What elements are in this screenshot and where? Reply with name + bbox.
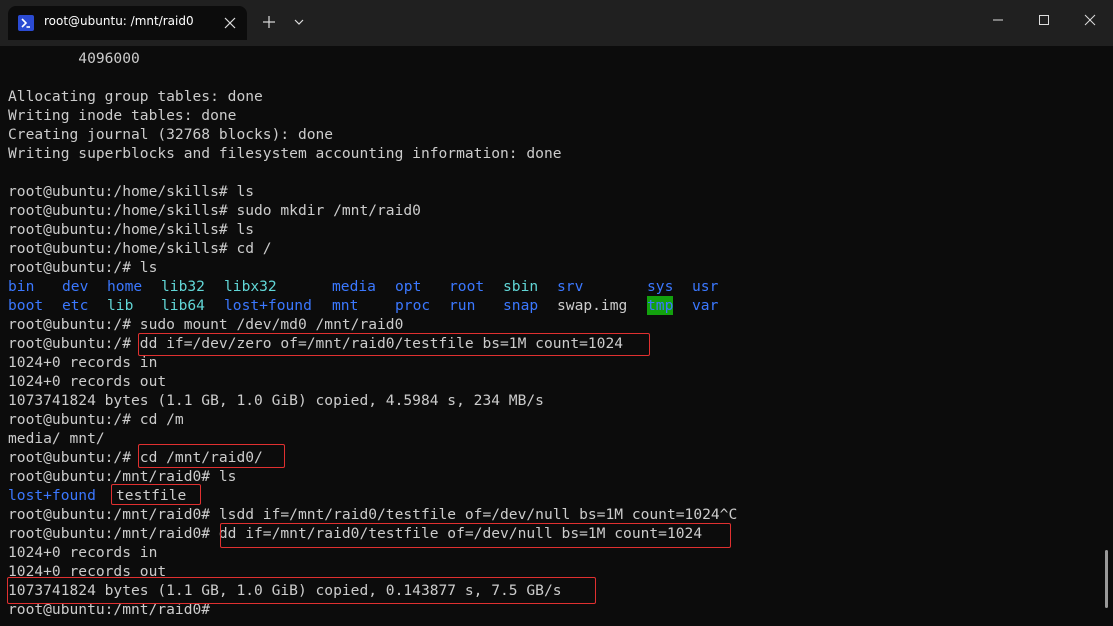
maximize-icon — [1039, 15, 1049, 25]
terminal-line: Allocating group tables: done — [8, 88, 263, 105]
minimize-icon — [993, 19, 1003, 21]
terminal-line: 1073741824 bytes (1.1 GB, 1.0 GiB) copie… — [8, 582, 562, 599]
plus-icon — [263, 16, 275, 28]
symlink-entry: libx32 — [224, 278, 277, 295]
minimize-button[interactable] — [975, 0, 1021, 40]
tab-title: root@ubuntu: /mnt/raid0 — [44, 14, 194, 28]
terminal-line: root@ubuntu:/mnt/raid0# ls — [8, 468, 237, 485]
powershell-icon — [18, 15, 34, 31]
dir-entry: proc — [395, 297, 431, 314]
terminal-line: root@ubuntu:/mnt/raid0# dd if=/mnt/raid0… — [8, 525, 703, 542]
symlink-entry: lib — [107, 297, 134, 314]
close-icon — [1084, 14, 1096, 26]
dir-entry: snap — [503, 297, 539, 314]
terminal-line: root@ubuntu:/# cd /mnt/raid0/ — [8, 449, 263, 466]
dir-entry: srv — [557, 278, 584, 295]
dir-entry: lost+found — [224, 297, 312, 314]
dir-entry: etc — [62, 297, 89, 314]
terminal-line: 4096000 — [8, 50, 140, 67]
terminal-line: Writing inode tables: done — [8, 107, 237, 124]
dir-entry: run — [449, 297, 476, 314]
dir-entry: dev — [62, 278, 89, 295]
terminal-line: Creating journal (32768 blocks): done — [8, 126, 334, 143]
tab-dropdown-button[interactable] — [285, 8, 313, 36]
sticky-dir-entry: tmp — [647, 296, 674, 315]
maximize-button[interactable] — [1021, 0, 1067, 40]
terminal-line: root@ubuntu:/# sudo mount /dev/md0 /mnt/… — [8, 316, 404, 333]
dir-entry: usr — [692, 278, 719, 295]
terminal-line: root@ubuntu:/home/skills# sudo mkdir /mn… — [8, 202, 421, 219]
symlink-entry: sbin — [503, 278, 539, 295]
scrollbar-thumb[interactable] — [1105, 550, 1108, 608]
dir-entry: mnt — [332, 297, 359, 314]
dir-entry: root — [449, 278, 485, 295]
dir-entry: boot — [8, 297, 44, 314]
close-window-button[interactable] — [1067, 0, 1113, 40]
terminal-line: root@ubuntu:/mnt/raid0# lsdd if=/mnt/rai… — [8, 506, 738, 523]
terminal-line: 1024+0 records in — [8, 354, 158, 371]
file-entry: testfile — [116, 487, 187, 504]
file-entry: swap.img — [557, 297, 628, 314]
terminal-line: 1024+0 records in — [8, 544, 158, 561]
dir-entry: opt — [395, 278, 422, 295]
dir-entry: var — [692, 297, 719, 314]
new-tab-button[interactable] — [255, 8, 283, 36]
dir-entry: lost+found — [8, 487, 96, 504]
title-bar: root@ubuntu: /mnt/raid0 — [0, 0, 1113, 46]
terminal-line: Writing superblocks and filesystem accou… — [8, 145, 562, 162]
terminal-line: root@ubuntu:/home/skills# ls — [8, 183, 255, 200]
terminal-line: 1073741824 bytes (1.1 GB, 1.0 GiB) copie… — [8, 392, 544, 409]
close-tab-icon[interactable] — [220, 13, 240, 33]
terminal-line: 1024+0 records out — [8, 373, 167, 390]
terminal-line: root@ubuntu:/# cd /m — [8, 411, 184, 428]
dir-entry: sys — [647, 278, 674, 295]
terminal-line: root@ubuntu:/home/skills# cd / — [8, 240, 272, 257]
terminal-tab[interactable]: root@ubuntu: /mnt/raid0 — [8, 6, 247, 40]
symlink-entry: lib32 — [161, 278, 205, 295]
terminal-line: 1024+0 records out — [8, 563, 167, 580]
chevron-down-icon — [294, 19, 304, 25]
dir-entry: bin — [8, 278, 35, 295]
terminal-line: root@ubuntu:/# dd if=/dev/zero of=/mnt/r… — [8, 335, 624, 352]
dir-entry: media — [332, 278, 376, 295]
terminal-output[interactable]: 4096000 Allocating group tables: done Wr… — [0, 46, 1113, 626]
terminal-line: root@ubuntu:/home/skills# ls — [8, 221, 255, 238]
terminal-line: media/ mnt/ — [8, 430, 105, 447]
dir-entry: home — [107, 278, 143, 295]
terminal-line: root@ubuntu:/# ls — [8, 259, 158, 276]
symlink-entry: lib64 — [161, 297, 205, 314]
terminal-line: root@ubuntu:/mnt/raid0# — [8, 601, 211, 618]
